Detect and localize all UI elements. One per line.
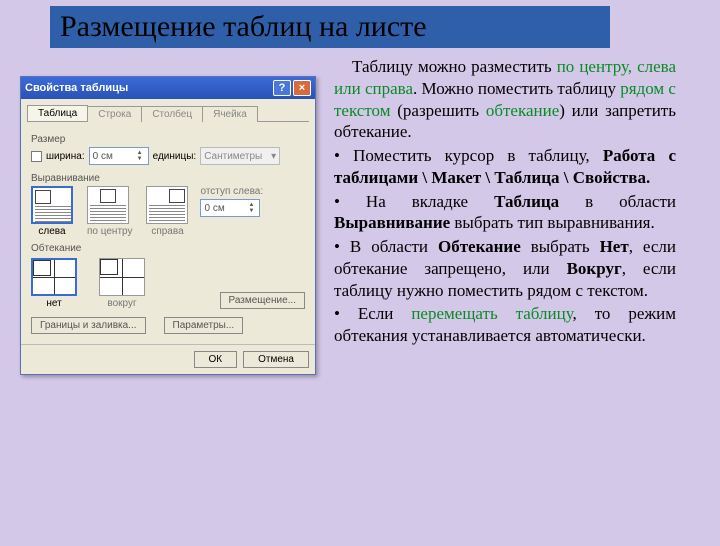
width-label: ширина: xyxy=(46,151,85,162)
width-value: 0 см xyxy=(93,151,113,162)
unit-value: Сантиметры xyxy=(204,151,262,162)
text-accent: обтекание xyxy=(486,101,559,120)
align-right-option[interactable]: справа xyxy=(146,186,188,237)
explanatory-text: Таблицу можно разместить по центру, слев… xyxy=(330,56,700,375)
text: выбрать xyxy=(521,237,600,256)
ok-button[interactable]: ОК xyxy=(194,351,238,368)
tab-strip: Таблица Строка Столбец Ячейка xyxy=(27,105,309,122)
tab-table[interactable]: Таблица xyxy=(27,105,88,121)
cancel-button[interactable]: Отмена xyxy=(243,351,309,368)
params-button[interactable]: Параметры... xyxy=(164,317,244,334)
slide-title: Размещение таблиц на листе xyxy=(50,6,610,48)
text-bold: Выравнивание xyxy=(334,213,450,232)
position-button[interactable]: Размещение... xyxy=(220,292,306,309)
text-bold: Обтекание xyxy=(438,237,521,256)
text: • В области xyxy=(334,237,438,256)
wrap-none-option[interactable]: нет xyxy=(31,258,77,309)
align-left-option[interactable]: слева xyxy=(31,186,73,237)
indent-input[interactable]: 0 см ▲▼ xyxy=(200,199,260,217)
dialog-title: Свойства таблицы xyxy=(25,82,128,94)
text-bold: Таблица xyxy=(494,192,559,211)
wrap-none-label: нет xyxy=(31,298,77,309)
indent-label: отступ слева: xyxy=(200,186,263,197)
align-right-label: справа xyxy=(146,226,188,237)
close-icon[interactable]: × xyxy=(293,80,311,96)
tab-cell[interactable]: Ячейка xyxy=(202,106,258,122)
text: (разрешить xyxy=(391,101,486,120)
help-icon[interactable]: ? xyxy=(273,80,291,96)
table-properties-dialog: Свойства таблицы ? × Таблица Строка Стол… xyxy=(20,76,316,375)
text: • Поместить курсор в таблицу, xyxy=(334,146,603,165)
wrap-around-option[interactable]: вокруг xyxy=(99,258,145,309)
text-bold: Вокруг xyxy=(567,259,622,278)
text: выбрать тип выравнивания. xyxy=(450,213,655,232)
indent-value: 0 см xyxy=(204,203,224,214)
unit-combo[interactable]: Сантиметры▾ xyxy=(200,147,280,165)
text: . Можно поместить таблицу xyxy=(413,79,620,98)
tab-row[interactable]: Строка xyxy=(87,106,142,122)
text-accent: перемещать таблицу xyxy=(411,304,572,323)
tab-column[interactable]: Столбец xyxy=(141,106,203,122)
text: • На вкладке xyxy=(334,192,494,211)
borders-button[interactable]: Границы и заливка... xyxy=(31,317,146,334)
text-bold: Нет xyxy=(600,237,629,256)
align-section-label: Выравнивание xyxy=(31,173,305,184)
align-left-label: слева xyxy=(31,226,73,237)
width-input[interactable]: 0 см ▲▼ xyxy=(89,147,149,165)
dialog-titlebar: Свойства таблицы ? × xyxy=(21,77,315,99)
text: Таблицу можно разместить xyxy=(352,57,557,76)
align-center-label: по центру xyxy=(87,226,132,237)
wrap-section-label: Обтекание xyxy=(31,243,305,254)
unit-label: единицы: xyxy=(153,151,197,162)
align-center-option[interactable]: по центру xyxy=(87,186,132,237)
size-section-label: Размер xyxy=(31,134,305,145)
text: в области xyxy=(559,192,676,211)
width-checkbox[interactable] xyxy=(31,151,42,162)
text: • Если xyxy=(334,304,411,323)
